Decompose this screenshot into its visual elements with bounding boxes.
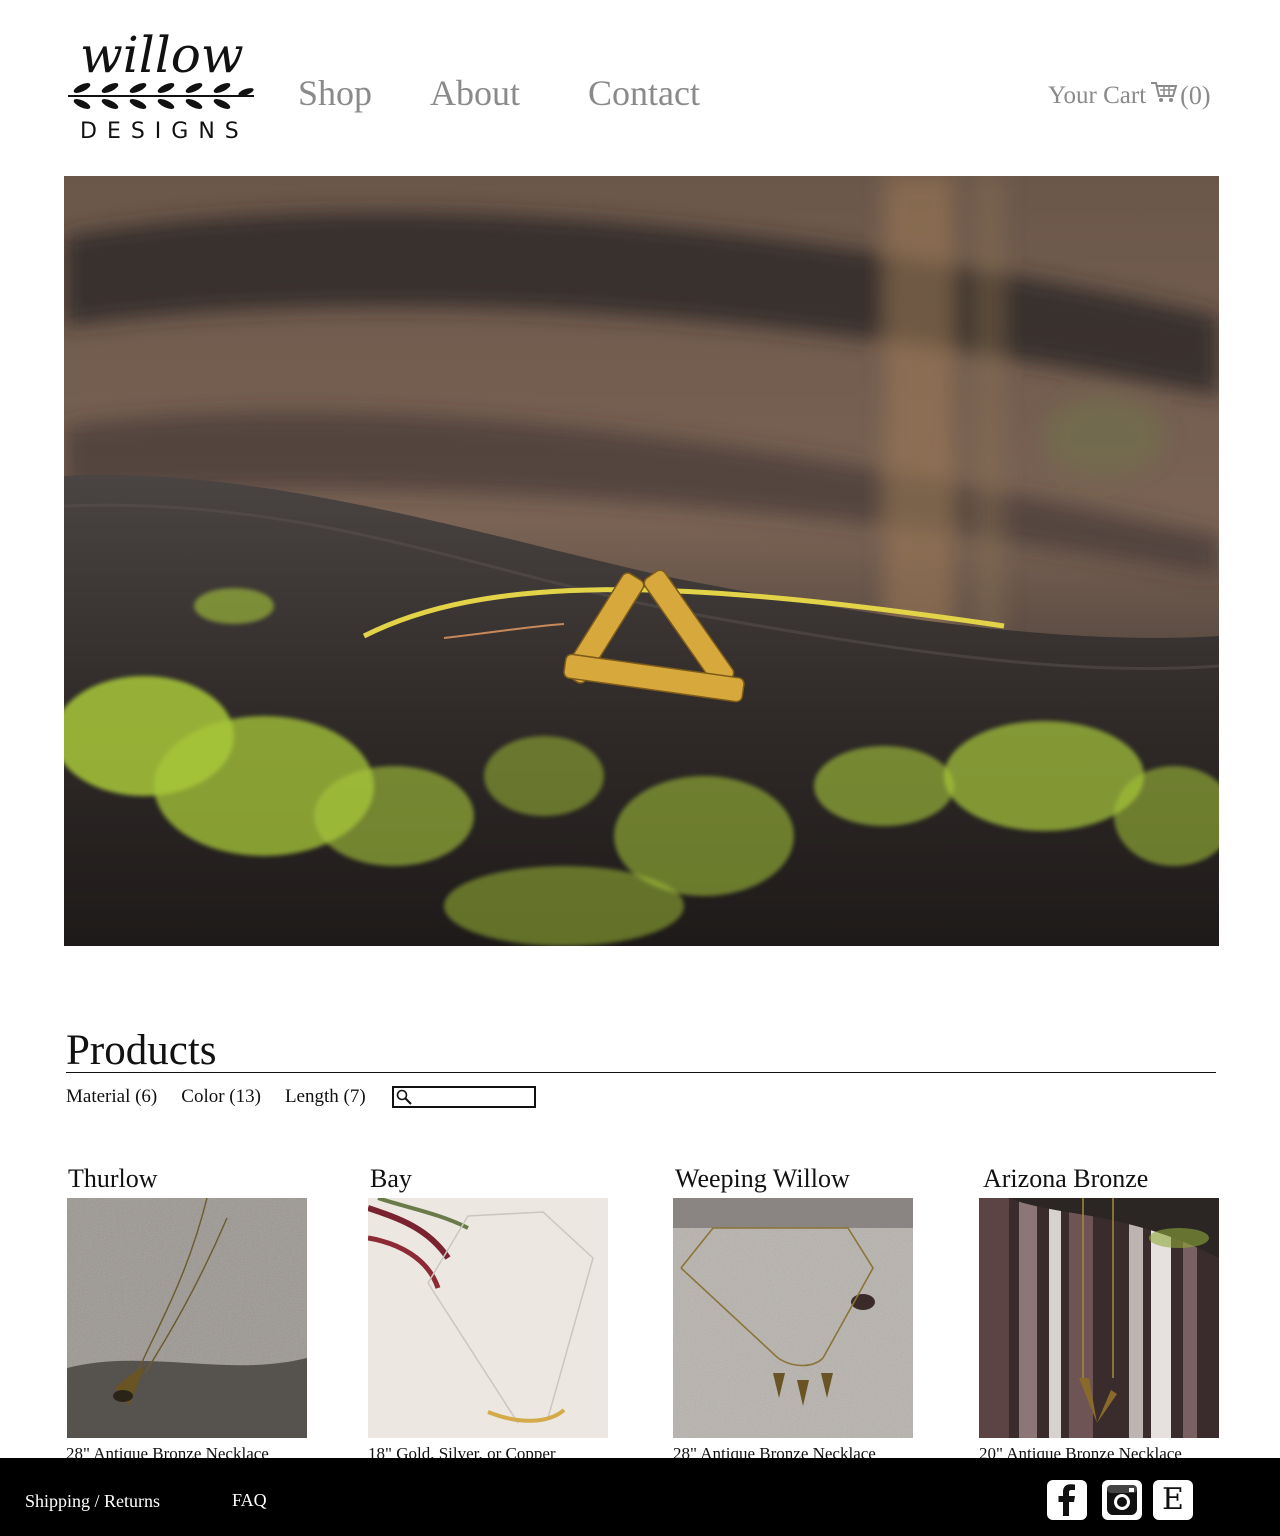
product-name[interactable]: Bay bbox=[370, 1164, 613, 1194]
search-input[interactable] bbox=[413, 1088, 532, 1106]
product-name[interactable]: Thurlow bbox=[68, 1164, 311, 1194]
facebook-icon[interactable] bbox=[1047, 1480, 1087, 1520]
cart-count: (0) bbox=[1180, 80, 1211, 110]
product-name[interactable]: Weeping Willow bbox=[675, 1164, 918, 1194]
product-image[interactable] bbox=[673, 1198, 913, 1438]
footer-shipping-returns[interactable]: Shipping / Returns bbox=[25, 1491, 160, 1512]
etsy-icon[interactable]: E bbox=[1153, 1480, 1193, 1520]
willow-logo-mark: willow DESIGNS bbox=[68, 26, 254, 144]
footer-faq[interactable]: FAQ bbox=[232, 1490, 267, 1511]
site-logo[interactable]: willow DESIGNS bbox=[64, 16, 260, 146]
hero-image bbox=[64, 176, 1219, 946]
etsy-letter: E bbox=[1162, 1482, 1184, 1517]
cart-link[interactable]: Your Cart (0) bbox=[1048, 80, 1211, 111]
product-filters: Material (6) Color (13) Length (7) bbox=[66, 1086, 536, 1108]
filter-color[interactable]: Color (13) bbox=[181, 1086, 261, 1108]
product-card-weeping-willow[interactable]: Weeping Willow 28" Antique Bronze Neckla… bbox=[673, 1164, 918, 1464]
nav-about[interactable]: About bbox=[430, 72, 520, 114]
product-card-arizona-bronze[interactable]: Arizona Bronze 20" Antique Bronze Neckla… bbox=[979, 1164, 1224, 1464]
shopping-cart-icon bbox=[1150, 80, 1178, 111]
logo-word: willow bbox=[80, 26, 244, 84]
products-title: Products bbox=[66, 1027, 217, 1074]
filter-length[interactable]: Length (7) bbox=[285, 1086, 366, 1108]
products-divider bbox=[66, 1072, 1216, 1073]
product-card-thurlow[interactable]: Thurlow 28" Antique Bronze Necklace bbox=[66, 1164, 311, 1464]
nav-shop[interactable]: Shop bbox=[298, 72, 372, 114]
search-box[interactable] bbox=[391, 1086, 536, 1108]
logo-sub: DESIGNS bbox=[80, 119, 249, 144]
product-image[interactable] bbox=[368, 1198, 608, 1438]
filter-material[interactable]: Material (6) bbox=[66, 1086, 157, 1108]
footer: Shipping / Returns FAQ E bbox=[0, 1458, 1280, 1536]
product-image[interactable] bbox=[67, 1198, 307, 1438]
instagram-icon[interactable] bbox=[1102, 1480, 1142, 1520]
cart-label: Your Cart bbox=[1048, 81, 1147, 109]
product-name[interactable]: Arizona Bronze bbox=[983, 1164, 1224, 1194]
product-card-bay[interactable]: Bay 18" Gold, Silver, or Copper bbox=[368, 1164, 613, 1464]
product-image[interactable] bbox=[979, 1198, 1219, 1438]
search-icon bbox=[396, 1089, 412, 1105]
nav-contact[interactable]: Contact bbox=[588, 72, 700, 114]
